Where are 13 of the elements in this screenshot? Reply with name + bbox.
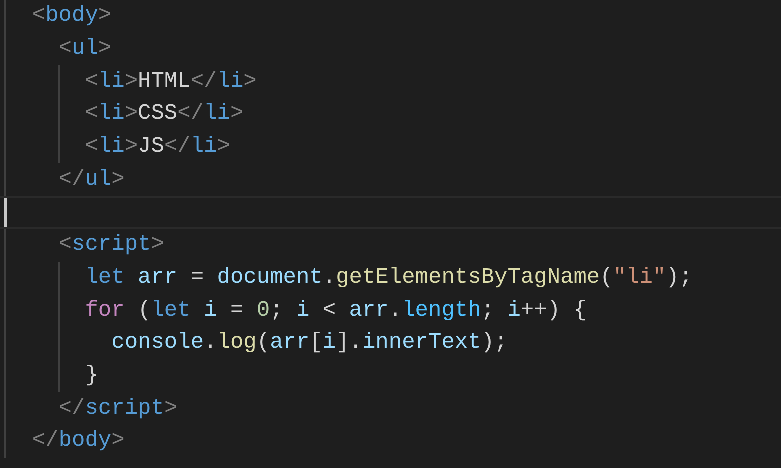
code-line: <li>HTML</li> [84,68,257,96]
code-line: <script> [58,231,164,260]
code-line: <li>JS</li> [84,133,230,162]
code-line: <ul> [58,35,112,64]
code-line: for (let i = 0; i < arr.length; i++) { [84,296,587,325]
code-line: } [84,362,98,390]
code-line: <body> [31,2,112,30]
code-line: <li>CSS</li> [84,100,244,128]
code-line: console.log(arr[i].innerText); [110,329,508,358]
code-line: </body> [31,427,125,456]
code-line: </ul> [58,166,125,194]
code-line: </script> [58,394,178,423]
code-line: let arr = document.getElementsByTagName("li"); [84,264,693,292]
